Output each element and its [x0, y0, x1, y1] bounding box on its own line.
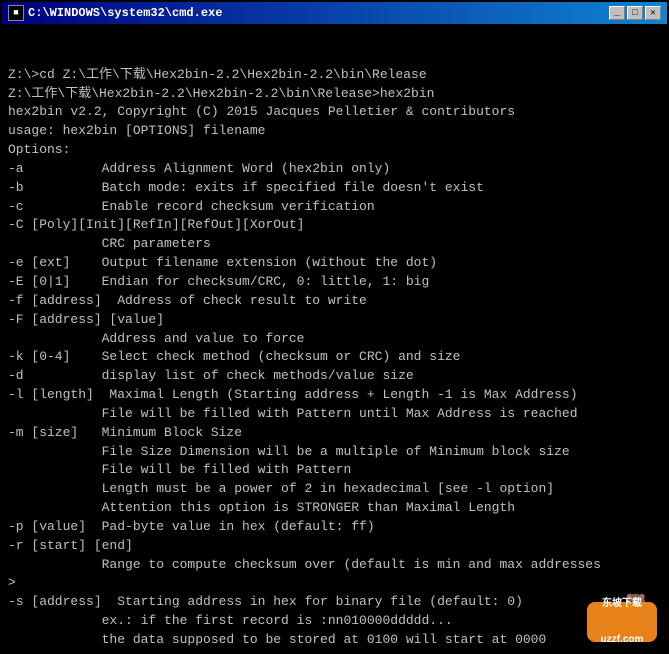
close-button[interactable]: ✕ — [645, 6, 661, 20]
terminal-line: -f [address] Address of check result to … — [8, 292, 661, 311]
terminal-line: -r [start] [end] — [8, 537, 661, 556]
title-bar-left: ■ C:\WINDOWS\system32\cmd.exe — [8, 5, 222, 21]
cmd-window: ■ C:\WINDOWS\system32\cmd.exe _ □ ✕ Z:\>… — [0, 0, 669, 654]
terminal-line: in the binary file. — [8, 650, 661, 652]
window-icon: ■ — [8, 5, 24, 21]
title-bar: ■ C:\WINDOWS\system32\cmd.exe _ □ ✕ — [2, 2, 667, 24]
terminal-line: -C [Poly][Init][RefIn][RefOut][XorOut] — [8, 216, 661, 235]
terminal-content: Z:\>cd Z:\工作\下载\Hex2bin-2.2\Hex2bin-2.2\… — [8, 66, 661, 652]
terminal-line: Range to compute checksum over (default … — [8, 556, 661, 575]
terminal-line: usage: hex2bin [OPTIONS] filename — [8, 122, 661, 141]
terminal-line: File will be filled with Pattern — [8, 461, 661, 480]
title-bar-buttons: _ □ ✕ — [609, 6, 661, 20]
terminal-line: File will be filled with Pattern until M… — [8, 405, 661, 424]
terminal-line: -l [length] Maximal Length (Starting add… — [8, 386, 661, 405]
terminal-line: -p [value] Pad-byte value in hex (defaul… — [8, 518, 661, 537]
terminal-line: CRC parameters — [8, 235, 661, 254]
minimize-button[interactable]: _ — [609, 6, 625, 20]
terminal-line: the data supposed to be stored at 0100 w… — [8, 631, 661, 650]
terminal-body[interactable]: Z:\>cd Z:\工作\下载\Hex2bin-2.2\Hex2bin-2.2\… — [2, 24, 667, 652]
terminal-line: -b Batch mode: exits if specified file d… — [8, 179, 661, 198]
terminal-line: Attention this option is STRONGER than M… — [8, 499, 661, 518]
window-title: C:\WINDOWS\system32\cmd.exe — [28, 6, 222, 20]
terminal-line: Address and value to force — [8, 330, 661, 349]
terminal-line: Options: — [8, 141, 661, 160]
terminal-line: Z:\工作\下载\Hex2bin-2.2\Hex2bin-2.2\bin\Rel… — [8, 85, 661, 104]
terminal-line: Z:\>cd Z:\工作\下载\Hex2bin-2.2\Hex2bin-2.2\… — [8, 66, 661, 85]
maximize-button[interactable]: □ — [627, 6, 643, 20]
terminal-line: -a Address Alignment Word (hex2bin only) — [8, 160, 661, 179]
terminal-line: Length must be a power of 2 in hexadecim… — [8, 480, 661, 499]
terminal-line: -c Enable record checksum verification — [8, 198, 661, 217]
terminal-line: -m [size] Minimum Block Size — [8, 424, 661, 443]
terminal-line: ex.: if the first record is :nn010000ddd… — [8, 612, 661, 631]
terminal-line: -d display list of check methods/value s… — [8, 367, 661, 386]
terminal-line: hex2bin v2.2, Copyright (C) 2015 Jacques… — [8, 103, 661, 122]
terminal-line: -e [ext] Output filename extension (with… — [8, 254, 661, 273]
terminal-line: -k [0-4] Select check method (checksum o… — [8, 348, 661, 367]
terminal-line: > — [8, 574, 661, 593]
terminal-line: -s [address] Starting address in hex for… — [8, 593, 661, 612]
terminal-line: -F [address] [value] — [8, 311, 661, 330]
terminal-line: -E [0|1] Endian for checksum/CRC, 0: lit… — [8, 273, 661, 292]
terminal-line: File Size Dimension will be a multiple o… — [8, 443, 661, 462]
